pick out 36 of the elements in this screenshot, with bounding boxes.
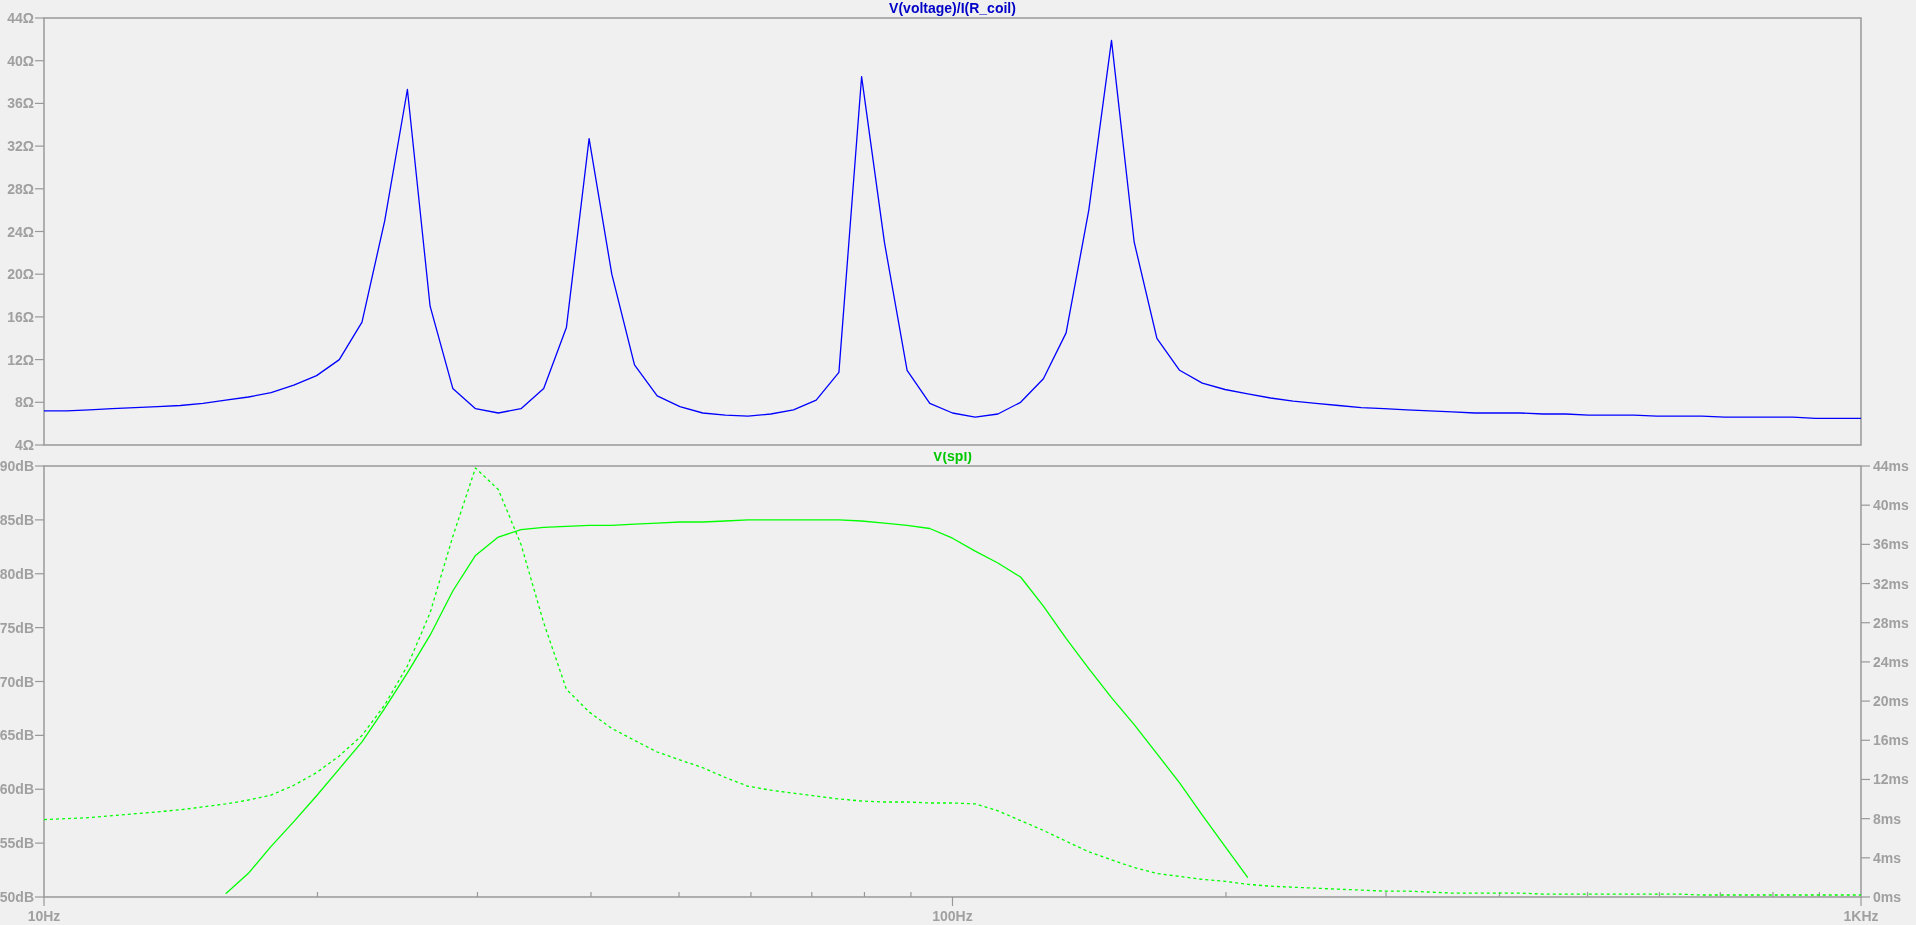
axis-tick-label: 16ms (1873, 732, 1909, 749)
axis-tick-label: 90dB (0, 458, 34, 474)
axis-tick-label: 12Ω (7, 351, 34, 368)
axis-tick-label: 24Ω (7, 223, 34, 240)
axis-tick-label: 36Ω (7, 95, 34, 112)
axis-tick-label: 12ms (1873, 771, 1909, 788)
axis-tick-label: 60dB (0, 781, 34, 798)
axis-tick-label: 20ms (1873, 693, 1909, 710)
axis-tick-label: 28ms (1873, 614, 1909, 631)
axis-tick-label: 4ms (1873, 849, 1902, 866)
axis-tick-label: 44Ω (7, 10, 34, 26)
axis-tick-label: 80dB (0, 565, 34, 582)
axis-tick-label: 1KHz (1843, 908, 1879, 924)
axis-tick-label: 10Hz (27, 908, 61, 924)
chart-title: V(voltage)/I(R_coil) (889, 0, 1016, 16)
axis-tick-label: 0ms (1873, 889, 1902, 905)
axis-tick-label: 40Ω (7, 52, 34, 69)
axis-tick-label: 50dB (0, 889, 34, 905)
axis-tick-label: 28Ω (7, 180, 34, 197)
axis-tick-label: 100Hz (932, 908, 973, 924)
axis-tick-label: 75dB (0, 619, 34, 636)
axis-tick-label: 85dB (0, 511, 34, 528)
axis-tick-label: 20Ω (7, 266, 34, 283)
axis-tick-label: 36ms (1873, 536, 1909, 553)
axis-tick-label: 40ms (1873, 497, 1909, 514)
axis-tick-label: 70dB (0, 673, 34, 690)
axis-tick-label: 8Ω (15, 394, 34, 411)
axis-tick-label: 24ms (1873, 653, 1909, 670)
axis-tick-label: 55dB (0, 835, 34, 852)
axis-tick-label: 32ms (1873, 575, 1909, 592)
axis-tick-label: 8ms (1873, 810, 1902, 827)
axis-tick-label: 44ms (1873, 458, 1909, 474)
axis-tick-label: 65dB (0, 727, 34, 744)
axis-tick-label: 32Ω (7, 138, 34, 155)
axis-tick-label: 4Ω (15, 437, 34, 452)
axis-tick-label: 16Ω (7, 308, 34, 325)
